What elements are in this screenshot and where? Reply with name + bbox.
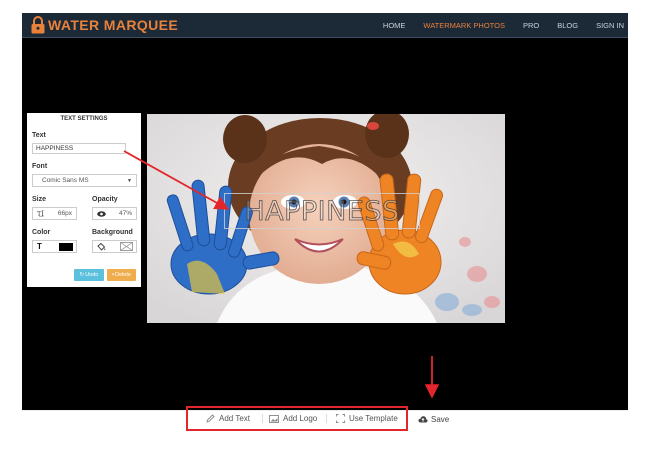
save-button[interactable]: Save — [418, 412, 449, 426]
image-icon — [269, 414, 279, 423]
editor-toolbar: Add Text Add Logo Use Template — [186, 406, 408, 431]
arrow-to-watermark — [123, 150, 230, 210]
pencil-icon — [206, 414, 215, 423]
add-logo-label: Add Logo — [283, 414, 318, 423]
add-logo-button[interactable]: Add Logo — [269, 408, 317, 429]
annotation-arrows — [123, 150, 440, 399]
cloud-save-icon — [418, 416, 428, 423]
template-icon — [336, 414, 345, 423]
save-label: Save — [431, 414, 450, 424]
add-text-button[interactable]: Add Text — [206, 408, 250, 429]
toolbar-divider — [262, 414, 263, 423]
use-template-button[interactable]: Use Template — [336, 408, 398, 429]
add-text-label: Add Text — [219, 414, 250, 423]
use-template-label: Use Template — [349, 414, 398, 423]
toolbar-divider — [326, 414, 327, 423]
